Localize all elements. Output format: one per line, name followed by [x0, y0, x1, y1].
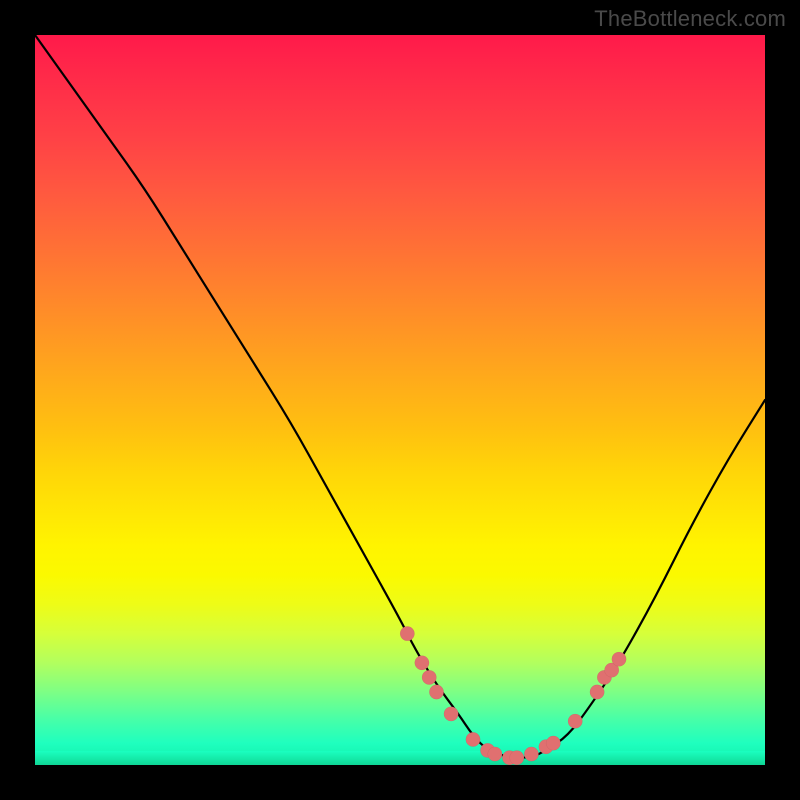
- data-marker: [415, 656, 429, 670]
- data-marker: [612, 652, 626, 666]
- bottleneck-curve-path: [35, 35, 765, 758]
- data-marker: [510, 751, 524, 765]
- chart-svg: [35, 35, 765, 765]
- data-marker: [429, 685, 443, 699]
- marker-group: [400, 626, 626, 765]
- data-marker: [466, 732, 480, 746]
- data-marker: [400, 626, 414, 640]
- plot-area: [35, 35, 765, 765]
- data-marker: [422, 670, 436, 684]
- data-marker: [488, 747, 502, 761]
- data-marker: [568, 714, 582, 728]
- data-marker: [524, 747, 538, 761]
- data-marker: [546, 736, 560, 750]
- data-marker: [444, 707, 458, 721]
- data-marker: [590, 685, 604, 699]
- watermark-text: TheBottleneck.com: [594, 6, 786, 32]
